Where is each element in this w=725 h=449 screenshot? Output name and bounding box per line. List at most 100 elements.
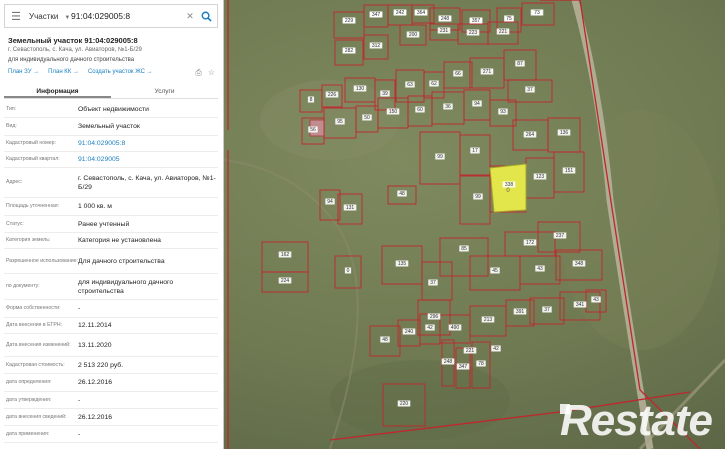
info-label: Разрешенное использование:	[6, 257, 78, 264]
info-row: по документу: для индивидуального дачного…	[4, 274, 218, 300]
info-value: Для дачного строительства	[78, 257, 165, 265]
info-label: дата утверждения:	[6, 396, 52, 403]
info-label: дата внесения сведений:	[6, 413, 67, 420]
parcel-label: 0	[347, 268, 350, 274]
create-ks-link[interactable]: Создать участок ЖС →	[88, 69, 153, 75]
info-row: Площадь уточненная: 1 000 кв. м	[4, 198, 218, 216]
parcel-label: 231	[440, 28, 449, 34]
parcel-label: 271	[483, 69, 492, 75]
info-label: Кадастровый номер:	[6, 140, 56, 146]
info-value: г. Севастополь, с. Кача, ул. Авиаторов, …	[78, 174, 216, 191]
parcel-label: 131	[346, 205, 355, 211]
parcel-label: 248	[441, 16, 450, 22]
info-label: дата определения:	[6, 379, 52, 385]
info-label: Категория земель:	[6, 237, 51, 243]
parcel-label: 248	[444, 359, 453, 365]
parcel-label: 78	[478, 361, 484, 367]
info-label: Тип:	[6, 105, 17, 112]
parcel-label: 136	[560, 130, 569, 136]
header-actions: ⎙ ☆	[195, 68, 215, 78]
parcel-label: 93	[500, 109, 506, 115]
info-label: Форма собственности:	[6, 305, 61, 311]
plan-kk-link[interactable]: План КК →	[48, 69, 79, 75]
object-address: г. Севастополь, с. Кача, ул. Авиаторов, …	[8, 47, 142, 53]
parcel-label: 75	[506, 16, 512, 22]
info-value[interactable]: 91:04:029005:8	[78, 139, 218, 148]
parcel-label: 94	[474, 101, 480, 107]
parcel-label: 200	[409, 32, 418, 38]
info-value: -	[78, 396, 81, 404]
info-row: дата применения: -	[4, 426, 218, 443]
info-row: дата определения: 26.12.2016	[4, 374, 218, 392]
parcel-label: 130	[356, 86, 365, 92]
parcel-label: 221	[499, 29, 508, 35]
parcel-label: 39	[382, 91, 388, 97]
parcel-label: 150	[389, 109, 398, 115]
object-type-select[interactable]: Участки ▼	[27, 12, 71, 21]
info-value: -	[78, 305, 81, 312]
parcel-label: 123	[536, 174, 545, 180]
parcel-label: 282	[345, 48, 354, 54]
info-value: -	[78, 430, 81, 438]
parcel-label: 48	[399, 191, 405, 197]
parcel-label: 347	[459, 364, 468, 370]
parcel-label: 95	[337, 119, 343, 125]
parcel-label: 172	[526, 240, 535, 246]
object-title: Земельный участок 91:04:029005:8	[8, 36, 138, 45]
parcel-label: 99	[475, 194, 481, 200]
search-icon[interactable]	[197, 5, 215, 27]
info-value[interactable]: 91:04:029005	[78, 155, 218, 164]
info-row: Категория земель: Категория не установлен…	[4, 233, 218, 249]
info-table: Тип: Объект недвижимости Вид: Земельный уча…	[4, 101, 218, 443]
info-row: Вид: Земельный участок	[4, 118, 218, 136]
info-value: 13.11.2020	[78, 341, 112, 349]
parcel-label: 73	[534, 10, 540, 16]
tab-bar: Информация Услуги	[4, 85, 218, 99]
parcel-label: 42	[427, 325, 433, 331]
search-bar: ☰ Участки ▼ 91:04:029005:8 ✕	[4, 4, 218, 28]
parcel-label: 37	[544, 307, 550, 313]
info-label: Площадь уточненная:	[6, 203, 60, 209]
star-icon[interactable]: ☆	[208, 68, 215, 78]
info-row: Статус: Ранее учтенный	[4, 216, 218, 233]
parcel-label: 213	[484, 317, 493, 323]
parcel-label: 62	[431, 81, 437, 87]
tab-services[interactable]: Услуги	[111, 85, 218, 98]
info-value: Категория не установлена	[78, 237, 161, 244]
parcel-label: 264	[526, 132, 535, 138]
parcel-label: 94	[327, 199, 333, 205]
search-input[interactable]: 91:04:029005:8	[71, 11, 183, 21]
parcel-label: 42	[493, 346, 499, 352]
parcel-label: 226	[328, 92, 337, 98]
info-row: Разрешенное использование: Для дачного ст…	[4, 249, 218, 274]
parcel-label: 338	[505, 182, 514, 188]
info-label: по документу:	[6, 283, 40, 289]
info-row: Кадастровый номер: 91:04:029005:8	[4, 136, 218, 152]
plan-zu-link[interactable]: План ЗУ →	[8, 69, 39, 75]
parcel-label: 135	[398, 261, 407, 267]
info-row: дата внесения сведений: 26.12.2016	[4, 409, 218, 426]
parcel-label: 85	[461, 246, 467, 252]
parcel-label: 162	[281, 252, 290, 258]
tab-info[interactable]: Информация	[4, 85, 111, 98]
chevron-down-icon: ▼	[64, 14, 71, 21]
info-row: Дата внесения в ЕГРН: 12.11.2014	[4, 318, 218, 334]
object-purpose: для индивидуального дачного строительств…	[8, 57, 135, 63]
parcel-label: 223	[469, 30, 478, 36]
parcel-label: 364	[417, 10, 426, 16]
close-icon[interactable]: ✕	[183, 11, 197, 22]
print-icon[interactable]: ⎙	[195, 68, 201, 78]
parcel-label: 45	[492, 268, 498, 274]
parcel-label: 8	[310, 97, 313, 103]
parcel-label: 99	[437, 154, 443, 160]
menu-icon[interactable]: ☰	[5, 5, 27, 27]
parcel-label: 391	[516, 309, 525, 315]
info-label: Кадастровая стоимость:	[6, 361, 65, 368]
action-links: План ЗУ → План КК → Создать участок ЖС →	[8, 69, 153, 75]
info-value: 12.11.2014	[78, 322, 112, 329]
parcel-label: 17	[472, 148, 478, 154]
parcel-label: 221	[466, 348, 475, 354]
info-row: Форма собственности: -	[4, 300, 218, 318]
info-value: 26.12.2016	[78, 379, 113, 386]
parcel-label: 151	[565, 168, 574, 174]
